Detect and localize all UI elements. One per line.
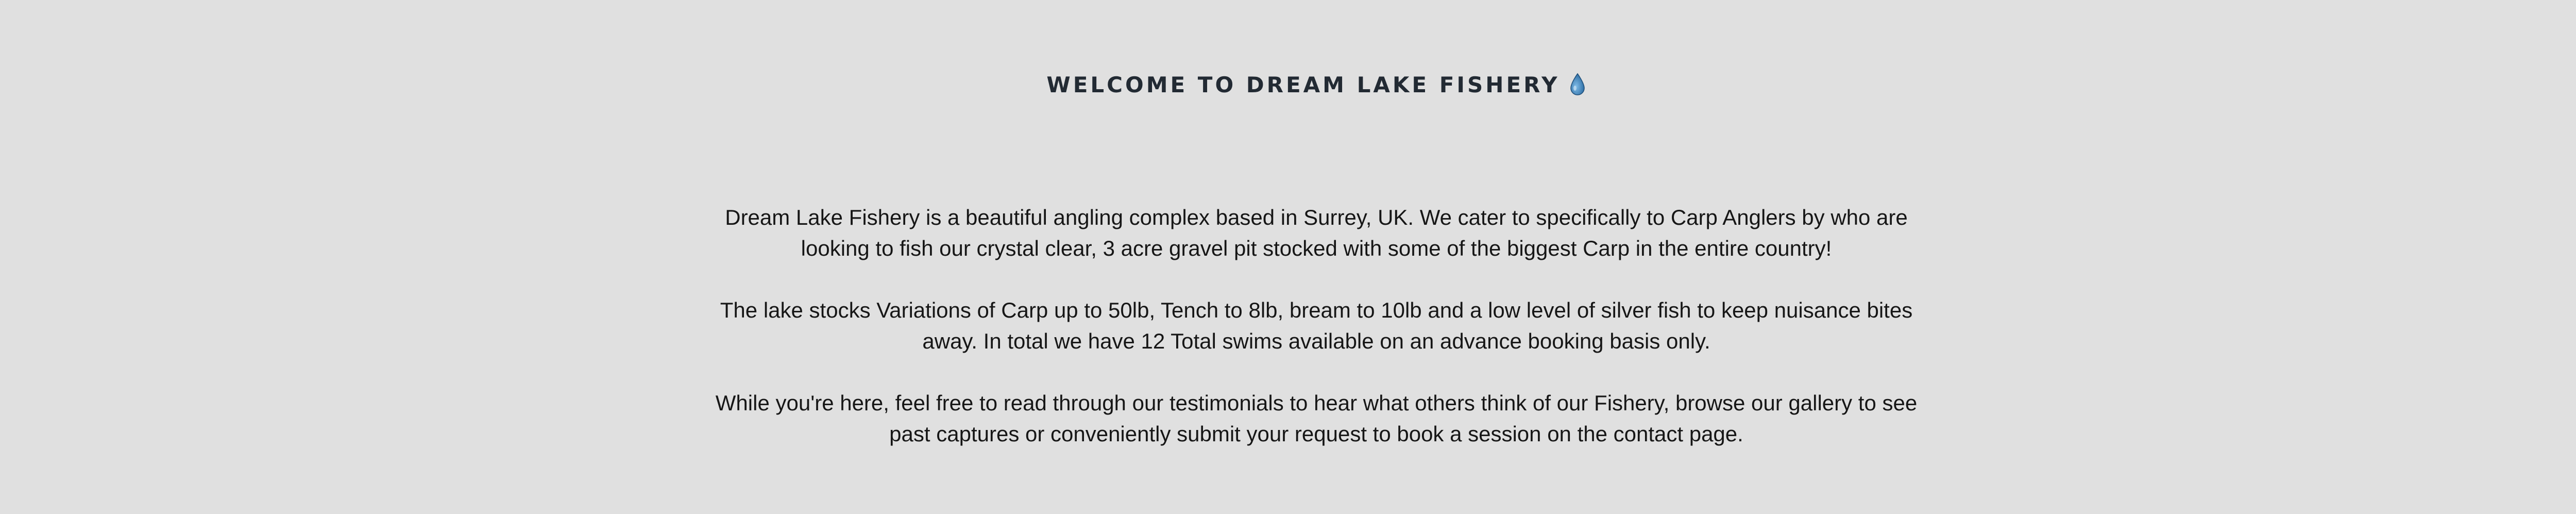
page-title: WELCOME TO DREAM LAKE FISHERY bbox=[1046, 72, 1560, 97]
heading-row: WELCOME TO DREAM LAKE FISHERY bbox=[0, 67, 2576, 102]
water-drop-icon bbox=[1569, 73, 1586, 96]
intro-paragraph-2: The lake stocks Variations of Carp up to… bbox=[720, 298, 1913, 353]
welcome-section: WELCOME TO DREAM LAKE FISHERY Dream Lake… bbox=[0, 0, 2576, 514]
intro-text: Dream Lake Fishery is a beautiful anglin… bbox=[701, 202, 1932, 450]
intro-paragraph-1: Dream Lake Fishery is a beautiful anglin… bbox=[725, 205, 1908, 260]
intro-paragraph-3: While you're here, feel free to read thr… bbox=[715, 391, 1918, 446]
